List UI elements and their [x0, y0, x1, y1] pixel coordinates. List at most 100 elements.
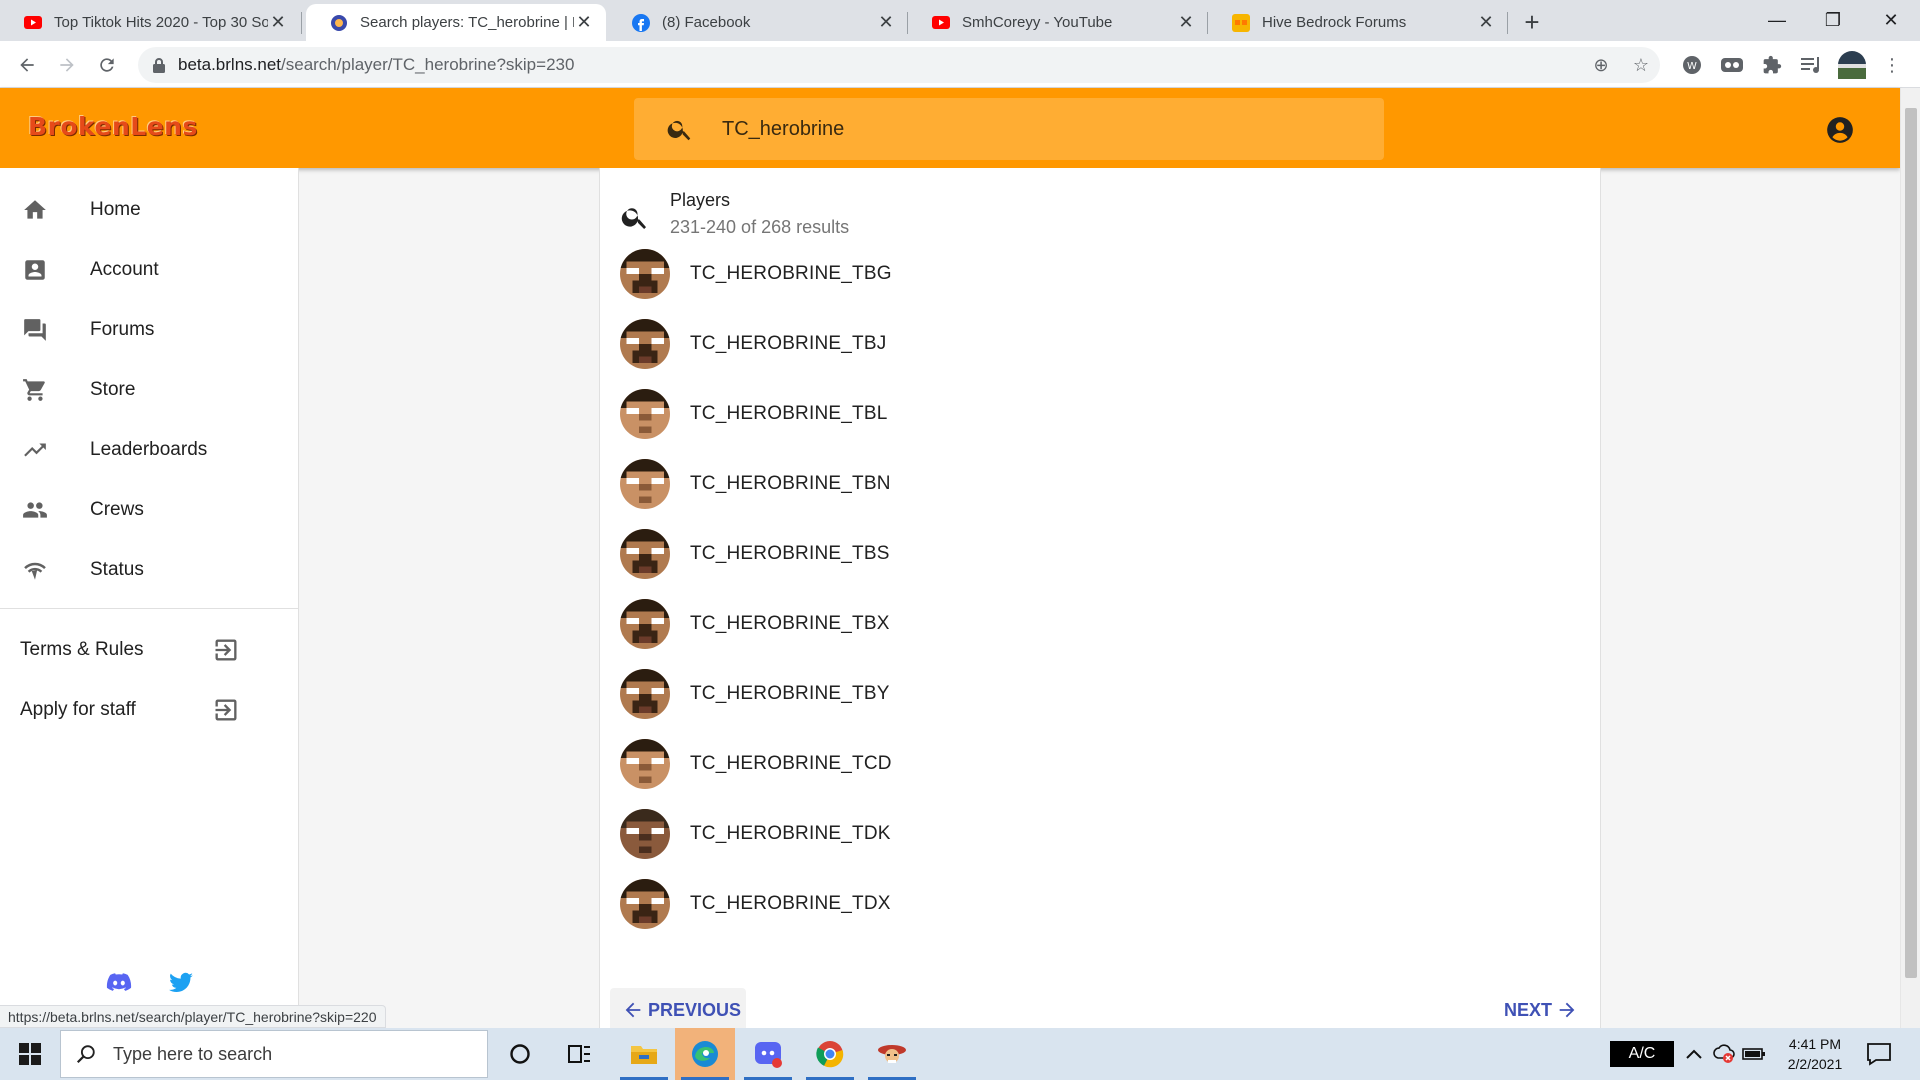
player-row[interactable]: TC_HEROBRINE_TBX: [620, 596, 1580, 652]
sidebar-link-terms[interactable]: Terms & Rules: [0, 626, 299, 674]
windows-taskbar: Type here to search A/C 4:41 PM 2/2/2021: [0, 1028, 1920, 1080]
sidebar-item-store[interactable]: Store: [0, 366, 299, 414]
page-scrollbar[interactable]: [1900, 88, 1920, 1028]
battery-icon[interactable]: [1742, 1042, 1766, 1066]
cortana-button[interactable]: [490, 1028, 550, 1080]
player-name: TC_HEROBRINE_TBX: [690, 613, 890, 634]
account-circle-icon[interactable]: [1826, 116, 1854, 144]
scrollbar-thumb[interactable]: [1905, 108, 1917, 978]
back-button[interactable]: [12, 50, 42, 80]
url-text: beta.brlns.net/search/player/TC_herobrin…: [178, 55, 574, 75]
tab-1[interactable]: Search players: TC_herobrine | BrokenLen…: [306, 4, 606, 41]
folder-icon: [631, 1046, 657, 1064]
sidebar: Home Account Forums Store Leaderboards C…: [0, 168, 299, 1028]
account-box-icon: [20, 255, 50, 285]
taskbar-game-app[interactable]: [862, 1028, 922, 1080]
taskbar-chrome[interactable]: [800, 1028, 860, 1080]
facebook-icon: [632, 13, 650, 32]
next-page-button[interactable]: NEXT: [1504, 988, 1578, 1032]
minimize-button[interactable]: —: [1752, 0, 1802, 41]
player-row[interactable]: TC_HEROBRINE_TBY: [620, 666, 1580, 722]
tab-2[interactable]: (8) Facebook ✕: [608, 4, 908, 41]
player-row[interactable]: TC_HEROBRINE_TBJ: [620, 316, 1580, 372]
twitter-icon[interactable]: [168, 970, 194, 996]
tab-4[interactable]: Hive Bedrock Forums ✕: [1208, 4, 1508, 41]
signal-icon: [20, 555, 50, 585]
results-header: Players 231-240 of 268 results: [620, 190, 849, 238]
sidebar-item-label: Forums: [90, 319, 155, 340]
taskbar-search-input[interactable]: Type here to search: [60, 1030, 488, 1078]
player-row[interactable]: TC_HEROBRINE_TBS: [620, 526, 1580, 582]
tab-title: Search players: TC_herobrine | BrokenLen…: [360, 14, 574, 31]
extension-vpn-icon[interactable]: [1720, 53, 1744, 77]
task-view-icon: [568, 1045, 590, 1063]
player-row[interactable]: TC_HEROBRINE_TBG: [620, 246, 1580, 302]
restore-button[interactable]: ❐: [1808, 0, 1858, 41]
sidebar-item-forums[interactable]: Forums: [0, 306, 299, 354]
discord-icon[interactable]: [106, 970, 132, 996]
taskbar-edge[interactable]: [675, 1028, 735, 1080]
sidebar-item-status[interactable]: Status: [0, 546, 299, 594]
tab-title: (8) Facebook: [662, 14, 751, 31]
forward-button[interactable]: [52, 50, 82, 80]
sidebar-item-label: Store: [90, 379, 136, 400]
sidebar-link-apply-staff[interactable]: Apply for staff: [0, 686, 299, 734]
player-name: TC_HEROBRINE_TDK: [690, 823, 891, 844]
player-avatar: [620, 599, 670, 649]
sidebar-item-home[interactable]: Home: [0, 186, 299, 234]
player-avatar: [620, 739, 670, 789]
svg-text:W: W: [1687, 61, 1697, 72]
player-avatar: [620, 319, 670, 369]
people-icon: [20, 495, 50, 525]
sidebar-item-label: Status: [90, 559, 144, 580]
tab-0[interactable]: Top Tiktok Hits 2020 - Top 30 Songs ✕: [0, 4, 300, 41]
taskbar-clock[interactable]: 4:41 PM 2/2/2021: [1770, 1034, 1860, 1074]
tab-3[interactable]: SmhCoreyy - YouTube ✕: [908, 4, 1208, 41]
profile-avatar[interactable]: [1838, 51, 1866, 79]
menu-dots-icon[interactable]: ⋮: [1880, 53, 1904, 77]
tab-separator: [301, 12, 302, 34]
sidebar-item-account[interactable]: Account: [0, 246, 299, 294]
sidebar-item-leaderboards[interactable]: Leaderboards: [0, 426, 299, 474]
site-logo[interactable]: BrokenLens: [28, 112, 198, 141]
player-row[interactable]: TC_HEROBRINE_TBL: [620, 386, 1580, 442]
close-icon[interactable]: ✕: [1476, 12, 1496, 33]
window-close-button[interactable]: ✕: [1866, 0, 1916, 41]
player-search-input[interactable]: TC_herobrine: [634, 98, 1384, 160]
taskbar-file-explorer[interactable]: [614, 1028, 674, 1080]
search-icon: [76, 1045, 95, 1064]
address-bar[interactable]: beta.brlns.net/search/player/TC_herobrin…: [138, 47, 1660, 83]
close-icon[interactable]: ✕: [574, 12, 594, 33]
player-avatar: [620, 879, 670, 929]
player-row[interactable]: TC_HEROBRINE_TDK: [620, 806, 1580, 862]
close-icon[interactable]: ✕: [268, 12, 288, 33]
site-header: BrokenLens TC_herobrine: [0, 88, 1900, 168]
player-row[interactable]: TC_HEROBRINE_TBN: [620, 456, 1580, 512]
sidebar-item-label: Account: [90, 259, 159, 280]
notification-center-icon[interactable]: [1866, 1042, 1892, 1066]
search-value: TC_herobrine: [722, 117, 845, 140]
new-tab-button[interactable]: +: [1518, 7, 1546, 37]
task-view-button[interactable]: [550, 1028, 610, 1080]
network-error-icon[interactable]: [1712, 1042, 1736, 1066]
sidebar-link-label: Terms & Rules: [20, 639, 144, 660]
player-row[interactable]: TC_HEROBRINE_TCD: [620, 736, 1580, 792]
puzzle-icon[interactable]: [1760, 53, 1784, 77]
extension-wp-icon[interactable]: W: [1680, 53, 1704, 77]
player-row[interactable]: TC_HEROBRINE_TDX: [620, 876, 1580, 932]
previous-page-button[interactable]: PREVIOUS: [610, 988, 746, 1032]
chevron-up-icon[interactable]: [1682, 1042, 1706, 1066]
reload-button[interactable]: [92, 50, 122, 80]
media-queue-icon[interactable]: [1800, 53, 1824, 77]
taskbar-discord[interactable]: [738, 1028, 798, 1080]
sidebar-divider: [0, 608, 299, 609]
close-icon[interactable]: ✕: [876, 12, 896, 33]
youtube-icon: [932, 14, 950, 32]
ac-indicator[interactable]: A/C: [1610, 1041, 1674, 1067]
add-to-home-icon[interactable]: ⊕: [1590, 54, 1612, 76]
start-button[interactable]: [0, 1028, 60, 1080]
close-icon[interactable]: ✕: [1176, 12, 1196, 33]
bookmark-star-icon[interactable]: ☆: [1630, 54, 1652, 76]
sidebar-item-crews[interactable]: Crews: [0, 486, 299, 534]
clock-time: 4:41 PM: [1788, 1036, 1842, 1052]
